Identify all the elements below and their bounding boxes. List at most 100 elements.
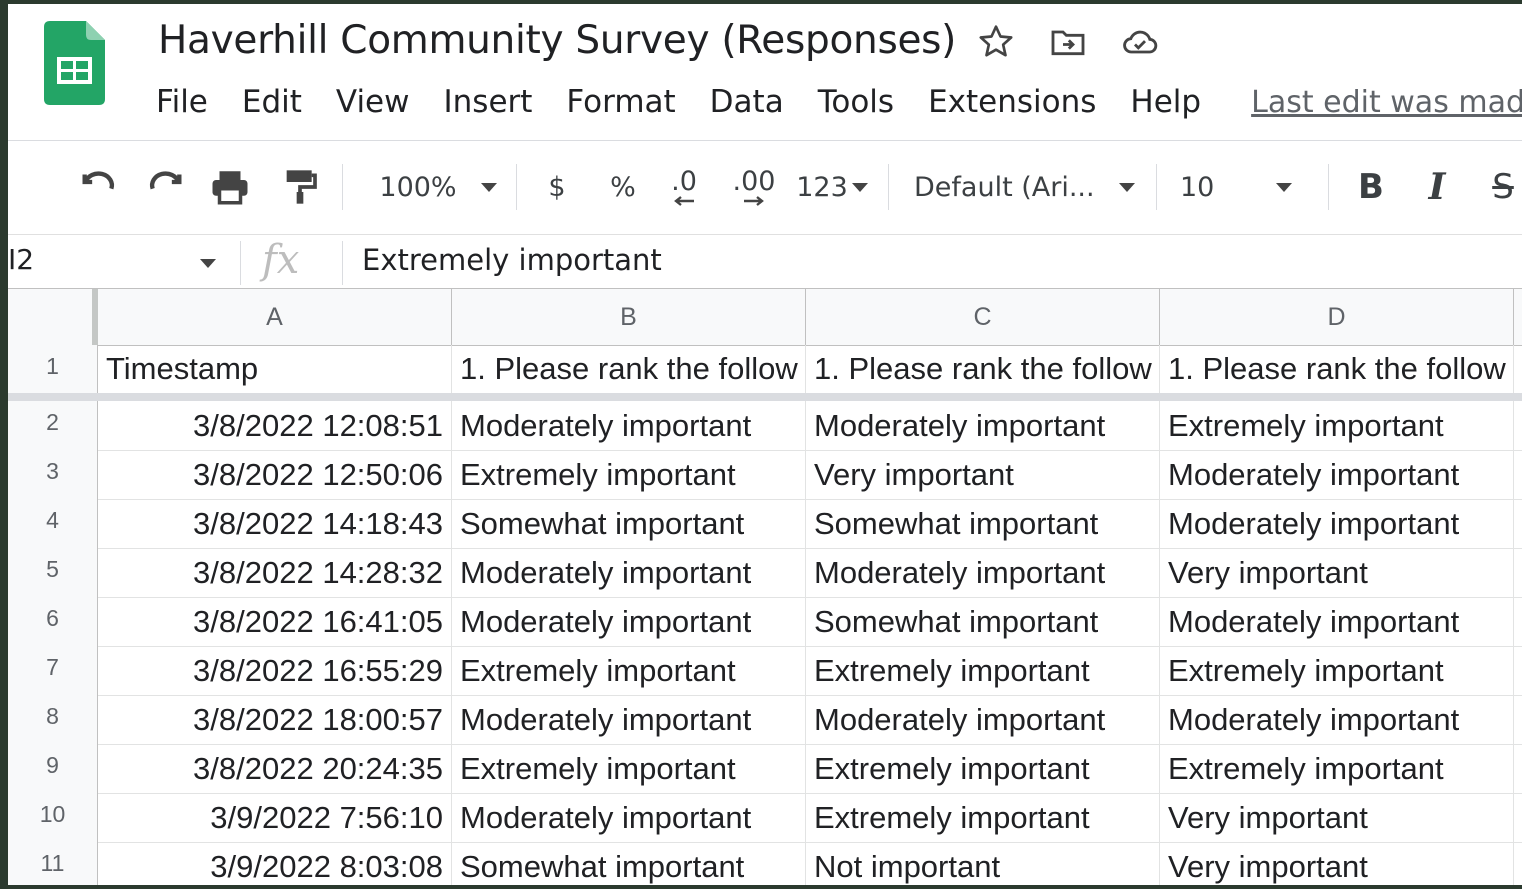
cell-a11[interactable]: 3/9/2022 8:03:08 <box>98 842 452 885</box>
cell-a5[interactable]: 3/8/2022 14:28:32 <box>98 548 452 597</box>
redo-icon[interactable] <box>140 162 192 212</box>
move-to-folder-icon[interactable] <box>1048 22 1088 62</box>
currency-format-button[interactable]: $ <box>534 162 580 212</box>
cell-c4[interactable]: Somewhat important <box>806 499 1160 548</box>
name-box[interactable]: I2 <box>8 243 34 276</box>
cell-b5[interactable]: Moderately important <box>452 548 806 597</box>
menu-format[interactable]: Format <box>566 84 675 120</box>
row-header[interactable]: 3 <box>8 450 98 499</box>
cell-d1[interactable]: 1. Please rank the follow <box>1160 345 1514 393</box>
menu-file[interactable]: File <box>156 84 208 120</box>
cell-d8[interactable]: Moderately important <box>1160 695 1514 744</box>
font-size-select[interactable]: 10 <box>1180 162 1314 212</box>
decrease-decimal-button[interactable]: .0 <box>658 162 710 212</box>
frozen-row-divider[interactable] <box>8 393 1522 401</box>
cell-a7[interactable]: 3/8/2022 16:55:29 <box>98 646 452 695</box>
row-header[interactable]: 9 <box>8 744 98 793</box>
cell-c10[interactable]: Extremely important <box>806 793 1160 842</box>
cell-b1[interactable]: 1. Please rank the follow <box>452 345 806 393</box>
cell-a2[interactable]: 3/8/2022 12:08:51 <box>98 401 452 450</box>
table-row: 2 3/8/2022 12:08:51 Moderately important Mo… <box>8 401 1522 451</box>
cell-c3[interactable]: Very important <box>806 450 1160 499</box>
row-header[interactable]: 1 <box>8 345 98 393</box>
cell-b11[interactable]: Somewhat important <box>452 842 806 885</box>
chevron-down-icon[interactable] <box>200 259 216 268</box>
cell-d7[interactable]: Extremely important <box>1160 646 1514 695</box>
print-icon[interactable] <box>204 162 256 212</box>
cell-a3[interactable]: 3/8/2022 12:50:06 <box>98 450 452 499</box>
percent-label: % <box>610 171 636 203</box>
cell-b7[interactable]: Extremely important <box>452 646 806 695</box>
cell-d9[interactable]: Extremely important <box>1160 744 1514 793</box>
menu-view[interactable]: View <box>336 84 410 120</box>
last-edit-link[interactable]: Last edit was made <box>1251 85 1522 120</box>
cell-c1[interactable]: 1. Please rank the follow <box>806 345 1160 393</box>
italic-button[interactable]: I <box>1414 162 1460 212</box>
undo-icon[interactable] <box>72 162 124 212</box>
column-header-d[interactable]: D <box>1160 289 1514 345</box>
cell-a10[interactable]: 3/9/2022 7:56:10 <box>98 793 452 842</box>
increase-decimal-button[interactable]: .00 <box>726 162 782 212</box>
more-formats-select[interactable]: 123 <box>792 162 872 212</box>
column-header-a[interactable]: A <box>98 289 452 345</box>
zoom-select[interactable]: 100% <box>368 162 508 212</box>
cell-d4[interactable]: Moderately important <box>1160 499 1514 548</box>
row-header[interactable]: 10 <box>8 793 98 842</box>
row-header[interactable]: 7 <box>8 646 98 695</box>
row-header[interactable]: 2 <box>8 401 98 450</box>
star-icon[interactable] <box>976 22 1016 62</box>
cell-d11[interactable]: Very important <box>1160 842 1514 885</box>
cell-c9[interactable]: Extremely important <box>806 744 1160 793</box>
cell-d5[interactable]: Very important <box>1160 548 1514 597</box>
sheets-logo-icon[interactable] <box>44 21 105 105</box>
cell-b9[interactable]: Extremely important <box>452 744 806 793</box>
cell-c11[interactable]: Not important <box>806 842 1160 885</box>
font-family-select[interactable]: Default (Ari... <box>914 162 1142 212</box>
cell-b4[interactable]: Somewhat important <box>452 499 806 548</box>
table-row: 11 3/9/2022 8:03:08 Somewhat important Not … <box>8 842 1522 885</box>
cell-a6[interactable]: 3/8/2022 16:41:05 <box>98 597 452 646</box>
cell-c5[interactable]: Moderately important <box>806 548 1160 597</box>
menu-insert[interactable]: Insert <box>444 84 533 120</box>
menu-help[interactable]: Help <box>1130 84 1201 120</box>
cell-d2[interactable]: Extremely important <box>1160 401 1514 450</box>
cell-b8[interactable]: Moderately important <box>452 695 806 744</box>
cell-b2[interactable]: Moderately important <box>452 401 806 450</box>
formula-input[interactable]: Extremely important <box>362 243 662 277</box>
cell-a1[interactable]: Timestamp <box>98 345 452 393</box>
cell-a8[interactable]: 3/8/2022 18:00:57 <box>98 695 452 744</box>
cell-b10[interactable]: Moderately important <box>452 793 806 842</box>
cell-c7[interactable]: Extremely important <box>806 646 1160 695</box>
row-header[interactable]: 11 <box>8 842 98 885</box>
font-size-value: 10 <box>1180 171 1215 203</box>
cell-d6[interactable]: Moderately important <box>1160 597 1514 646</box>
cloud-status-icon[interactable] <box>1120 22 1160 62</box>
paint-format-icon[interactable] <box>274 162 326 212</box>
menu-tools[interactable]: Tools <box>818 84 894 120</box>
cell-a4[interactable]: 3/8/2022 14:18:43 <box>98 499 452 548</box>
cell-a9[interactable]: 3/8/2022 20:24:35 <box>98 744 452 793</box>
cell-c6[interactable]: Somewhat important <box>806 597 1160 646</box>
table-row: 9 3/8/2022 20:24:35 Extremely important Ext… <box>8 744 1522 794</box>
bold-button[interactable]: B <box>1348 162 1394 212</box>
menu-data[interactable]: Data <box>710 84 784 120</box>
column-header-c[interactable]: C <box>806 289 1160 345</box>
toolbar-divider <box>888 164 889 210</box>
select-all-corner[interactable] <box>8 289 98 345</box>
document-title[interactable]: Haverhill Community Survey (Responses) <box>158 18 956 63</box>
row-header[interactable]: 8 <box>8 695 98 744</box>
row-header[interactable]: 4 <box>8 499 98 548</box>
cell-b6[interactable]: Moderately important <box>452 597 806 646</box>
row-header[interactable]: 5 <box>8 548 98 597</box>
cell-c8[interactable]: Moderately important <box>806 695 1160 744</box>
cell-d10[interactable]: Very important <box>1160 793 1514 842</box>
cell-b3[interactable]: Extremely important <box>452 450 806 499</box>
row-header[interactable]: 6 <box>8 597 98 646</box>
cell-d3[interactable]: Moderately important <box>1160 450 1514 499</box>
percent-format-button[interactable]: % <box>600 162 646 212</box>
menu-extensions[interactable]: Extensions <box>928 84 1096 120</box>
strikethrough-button[interactable]: S <box>1480 162 1522 212</box>
menu-edit[interactable]: Edit <box>242 84 302 120</box>
column-header-b[interactable]: B <box>452 289 806 345</box>
cell-c2[interactable]: Moderately important <box>806 401 1160 450</box>
